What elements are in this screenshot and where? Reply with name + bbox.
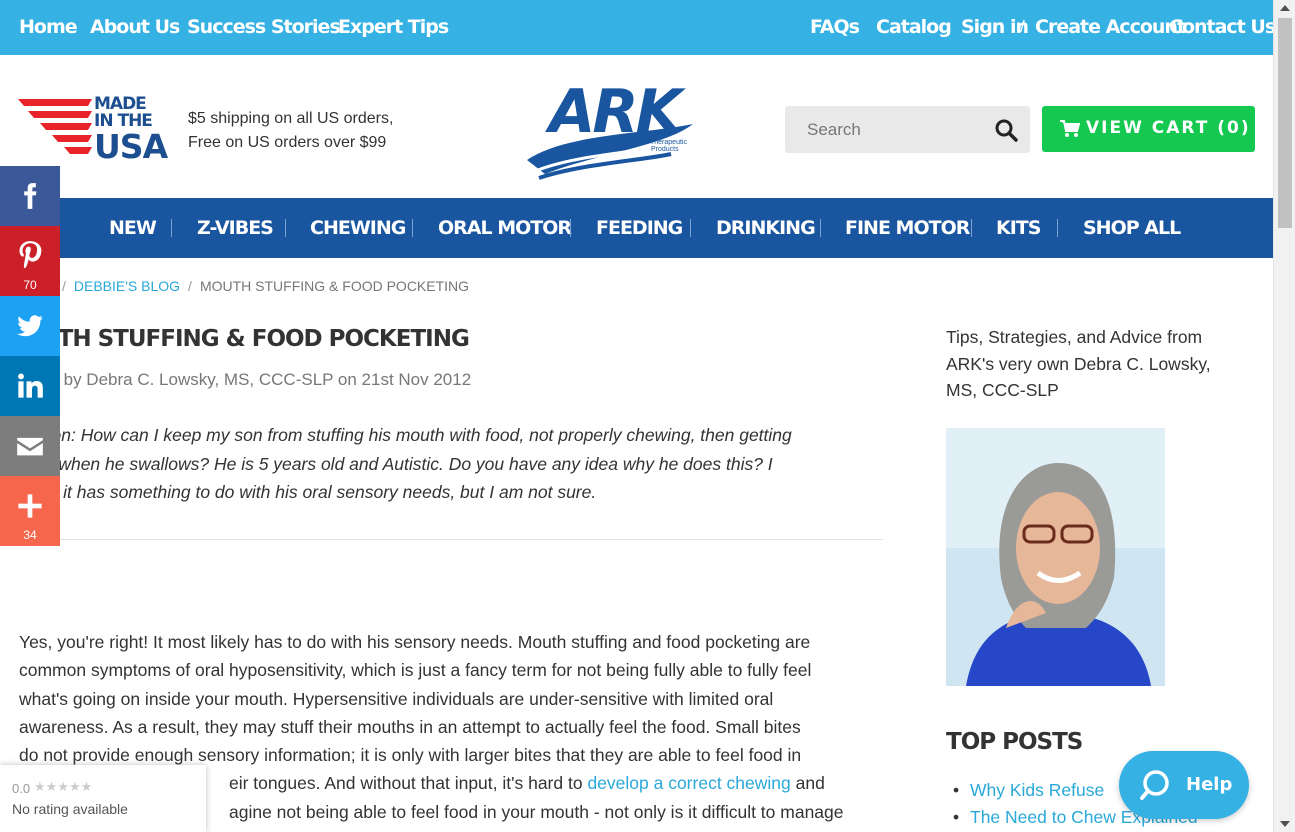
nav-item-oral-motor[interactable]: ORAL MOTOR xyxy=(438,217,572,239)
topbar-link-success-stories[interactable]: Success Stories xyxy=(187,16,341,38)
cart-icon xyxy=(1060,120,1080,137)
pinterest-icon xyxy=(19,241,42,268)
topbar-link-catalog[interactable]: Catalog xyxy=(876,16,952,38)
top-posts-heading: TOP POSTS xyxy=(946,729,1083,755)
breadcrumb: / DEBBIE'S BLOG / MOUTH STUFFING & FOOD POC… xyxy=(54,278,469,294)
post-byline: ed by Debra C. Lowsky, MS, CCC-SLP on 21… xyxy=(40,370,472,389)
question-line: me it has something to do with his oral … xyxy=(34,482,597,502)
share-more-button[interactable]: 34 xyxy=(0,476,60,546)
linkedin-icon xyxy=(18,373,43,398)
rating-stars-icon: ★★★★★ xyxy=(34,779,93,794)
page-scrollbar[interactable] xyxy=(1273,0,1295,832)
topbar-link-create-account[interactable]: Create Account xyxy=(1035,16,1186,38)
nav-divider xyxy=(690,219,691,237)
breadcrumb-separator: / xyxy=(188,278,192,294)
help-button[interactable]: Help xyxy=(1119,751,1249,819)
email-icon xyxy=(17,437,43,456)
more-share-count: 34 xyxy=(23,528,37,542)
topbar-link-about-us[interactable]: About Us xyxy=(90,16,180,38)
topbar-link-sign-in[interactable]: Sign in xyxy=(961,16,1029,38)
breadcrumb-separator: / xyxy=(62,278,66,294)
shipping-line-2: Free on US orders over $99 xyxy=(188,134,387,151)
answer-line: common symptoms of oral hyposensitivity,… xyxy=(19,660,812,681)
made-in-usa-badge: MADE IN THE USA xyxy=(94,96,168,166)
logo-wordmark: ARK xyxy=(545,77,687,147)
ark-logo[interactable]: ARK Therapeutic Products xyxy=(525,74,700,184)
share-pinterest-button[interactable]: 70 xyxy=(0,226,60,296)
search-placeholder: Search xyxy=(807,120,861,139)
search-icon[interactable] xyxy=(994,118,1018,142)
nav-divider xyxy=(412,219,413,237)
page-title: UTH STUFFING & FOOD POCKETING xyxy=(40,326,470,352)
help-search-icon xyxy=(1140,770,1169,800)
nav-item-shop-all[interactable]: SHOP ALL xyxy=(1083,217,1181,239)
chewing-link[interactable]: develop a correct chewing xyxy=(587,773,790,793)
question-line: stion: How can I keep my son from stuffi… xyxy=(34,425,792,445)
scrollbar-thumb[interactable] xyxy=(1278,18,1292,228)
scroll-down-arrow-icon[interactable] xyxy=(1280,821,1290,827)
nav-divider xyxy=(1057,219,1058,237)
breadcrumb-blog-link[interactable]: DEBBIE'S BLOG xyxy=(74,278,180,294)
share-linkedin-button[interactable] xyxy=(0,356,60,416)
usa-flag-stripes-icon xyxy=(18,99,92,154)
question-line: ed when he swallows? He is 5 years old a… xyxy=(34,453,773,474)
topbar-link-faqs[interactable]: FAQs xyxy=(810,16,860,38)
nav-divider xyxy=(820,219,821,237)
rating-label: No rating available xyxy=(12,801,128,817)
shipping-line-1: $5 shipping on all US orders, xyxy=(188,110,394,127)
nav-item-drinking[interactable]: DRINKING xyxy=(716,217,816,239)
nav-divider xyxy=(971,219,972,237)
nav-divider xyxy=(570,219,571,237)
facebook-icon xyxy=(24,183,37,209)
content-divider xyxy=(60,539,883,540)
plus-icon xyxy=(18,494,42,518)
rating-score: 0.0 xyxy=(12,781,31,796)
nav-item-kits[interactable]: KITS xyxy=(996,217,1041,239)
nav-divider xyxy=(171,219,172,237)
share-facebook-button[interactable] xyxy=(0,166,60,226)
nav-divider xyxy=(285,219,286,237)
view-cart-label: VIEW CART (0) xyxy=(1086,118,1251,138)
nav-item-chewing[interactable]: CHEWING xyxy=(310,217,406,239)
nav-item-feeding[interactable]: FEEDING xyxy=(596,217,683,239)
answer-text: eir tongues. And without that input, it'… xyxy=(229,773,588,794)
answer-line: Yes, you're right! It most likely has to… xyxy=(19,632,811,652)
nav-item-fine-motor[interactable]: FINE MOTOR xyxy=(845,217,970,239)
top-bar: Home About Us Success Stories Expert Tip… xyxy=(0,0,1276,55)
rating-widget[interactable]: 0.0 ★★★★★ No rating available xyxy=(0,765,206,832)
answer-line: what's going on inside your mouth. Hyper… xyxy=(19,688,774,709)
topbar-link-contact-us[interactable]: Contact Us xyxy=(1169,16,1276,38)
logo-sub-2: Products xyxy=(651,146,679,153)
pinterest-share-count: 70 xyxy=(23,278,37,292)
view-cart-button[interactable]: VIEW CART (0) xyxy=(1042,106,1255,152)
help-label: Help xyxy=(1186,774,1233,795)
author-photo xyxy=(946,428,1165,686)
nav-item-z-vibes[interactable]: Z-VIBES xyxy=(197,217,274,239)
twitter-icon xyxy=(17,315,43,337)
breadcrumb-current: MOUTH STUFFING & FOOD POCKETING xyxy=(199,278,470,294)
answer-line: awareness. As a result, they may stuff t… xyxy=(19,716,801,737)
logo-sub-1: Therapeutic xyxy=(650,139,687,146)
nav-item-new[interactable]: NEW xyxy=(109,217,157,239)
topbar-link-expert-tips[interactable]: Expert Tips xyxy=(338,16,449,38)
reader-question: stion: How can I keep my son from stuffi… xyxy=(34,421,884,507)
shipping-notice: $5 shipping on all US orders, Free on US… xyxy=(188,107,393,155)
top-post-link[interactable]: Why Kids Refuse xyxy=(970,780,1104,800)
topbar-separator: / xyxy=(1020,17,1025,36)
badge-line-3: USA xyxy=(94,127,168,166)
answer-text: and xyxy=(790,773,825,794)
blog-intro: Tips, Strategies, and Advice from ARK's … xyxy=(946,327,1211,400)
share-twitter-button[interactable] xyxy=(0,296,60,356)
search-input[interactable]: Search xyxy=(785,106,1030,153)
scroll-up-arrow-icon[interactable] xyxy=(1280,5,1290,11)
topbar-link-home[interactable]: Home xyxy=(19,16,78,38)
main-nav: NEW Z-VIBES CHEWING ORAL MOTOR FEEDING D… xyxy=(0,198,1273,258)
share-email-button[interactable] xyxy=(0,416,60,476)
